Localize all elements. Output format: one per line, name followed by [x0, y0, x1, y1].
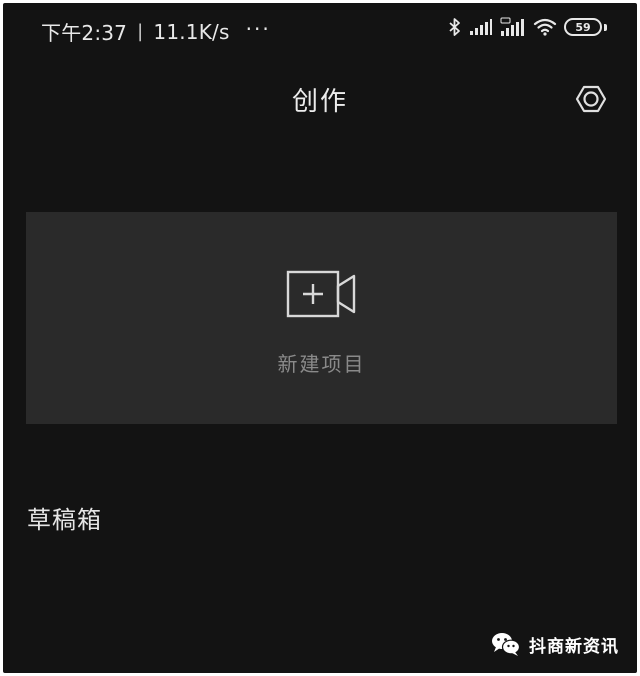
watermark-text: 抖商新资讯 [529, 636, 619, 657]
page-title: 创作 [291, 87, 348, 117]
more-notifications-icon: ··· [245, 16, 271, 41]
app-screen: 下午2:37 | 11.1K/s ··· 59 创作 新建项目 草稿箱 抖商新资… [3, 3, 637, 673]
new-project-button[interactable]: 新建项目 [26, 212, 617, 424]
battery-level: 59 [575, 20, 591, 34]
network-speed: 11.1K/s [153, 19, 230, 44]
hd-signal-icon [500, 17, 524, 36]
settings-icon [575, 85, 607, 113]
new-project-label: 新建项目 [277, 352, 366, 376]
wifi-icon [533, 18, 557, 36]
status-right: 59 [448, 17, 607, 37]
watermark: 抖商新资讯 [491, 631, 619, 657]
status-bar: 下午2:37 | 11.1K/s ··· 59 [3, 3, 637, 59]
status-separator: | [137, 21, 144, 42]
battery-tip [604, 23, 607, 31]
bluetooth-icon [449, 18, 460, 36]
wechat-icon [492, 633, 521, 656]
camera-add-icon [286, 270, 356, 318]
status-left: 下午2:37 | 11.1K/s ··· [41, 17, 271, 46]
signal-icon [470, 19, 492, 35]
drafts-title: 草稿箱 [27, 506, 102, 534]
battery-icon: 59 [564, 18, 602, 36]
settings-button[interactable] [575, 83, 607, 115]
status-time: 下午2:37 [41, 21, 128, 45]
